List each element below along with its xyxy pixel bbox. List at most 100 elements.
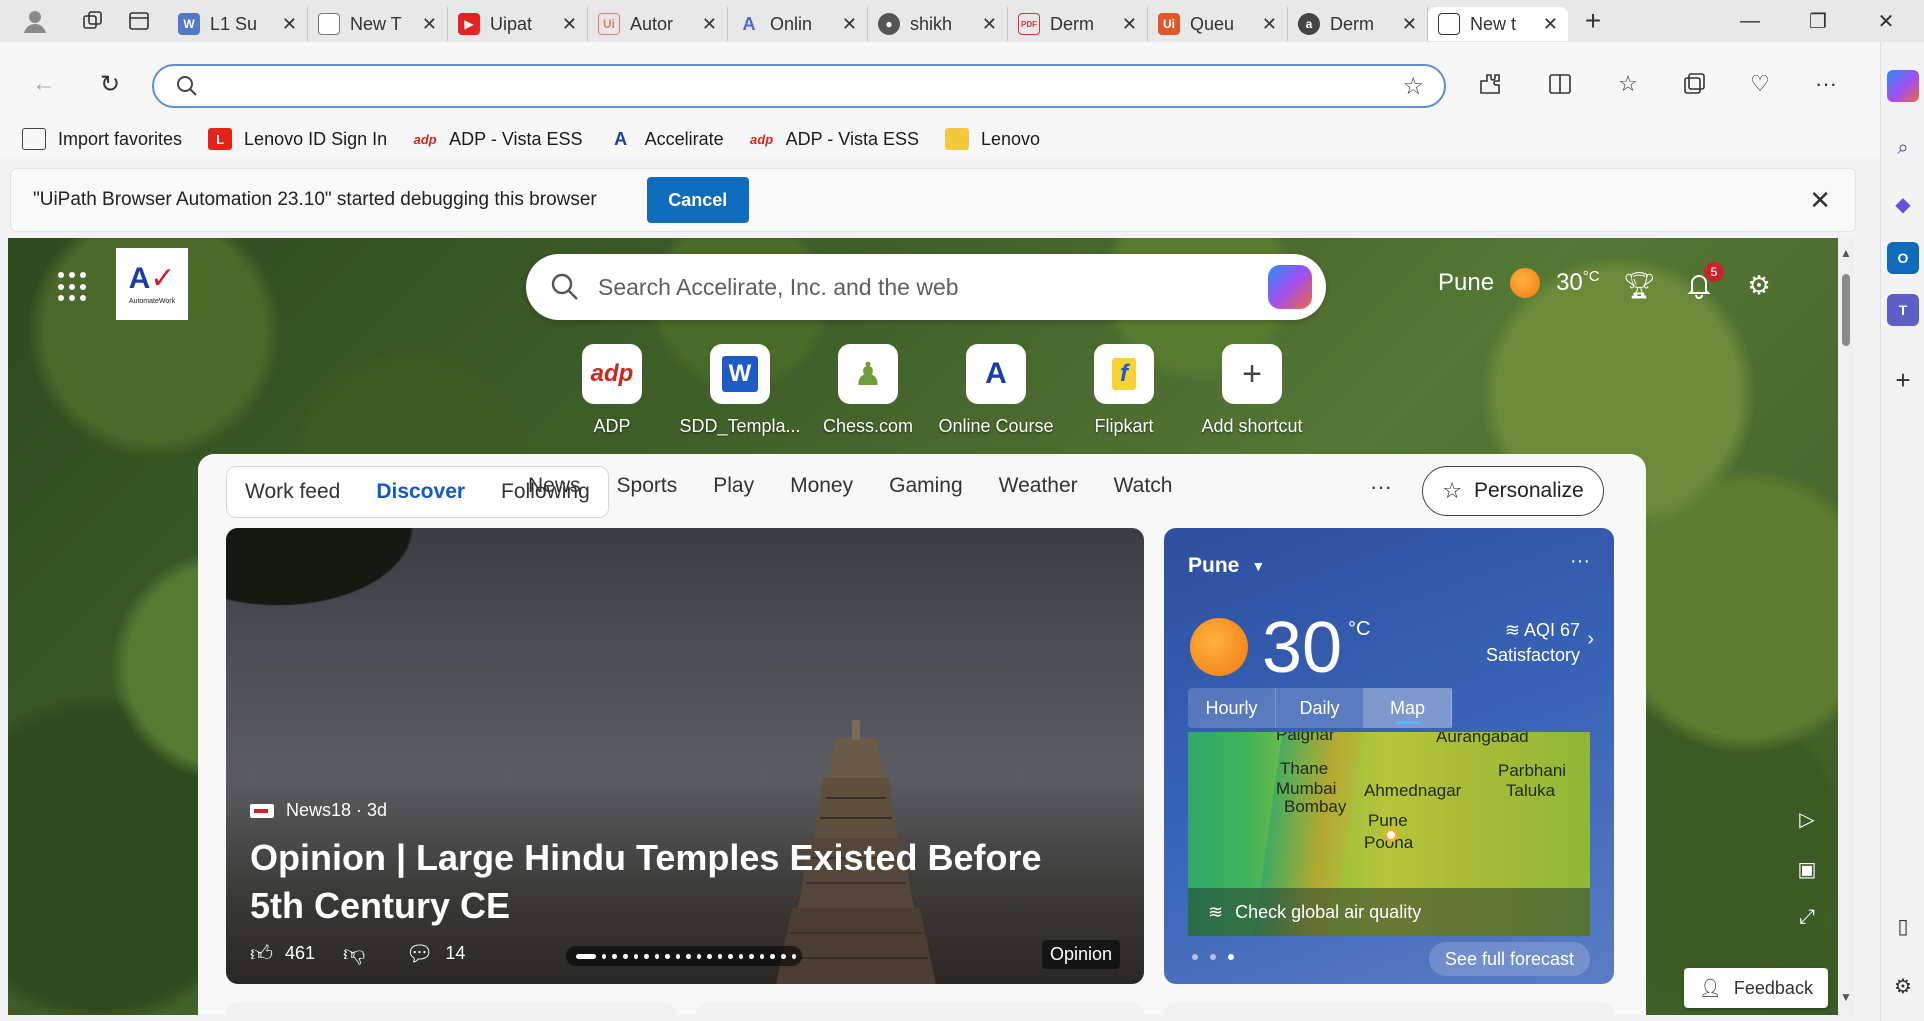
more-categories-icon[interactable]: ···: [1370, 474, 1392, 500]
browser-tab[interactable]: A Onlin ✕: [728, 7, 868, 41]
close-tab-icon[interactable]: ✕: [562, 14, 577, 35]
close-tab-icon[interactable]: ✕: [842, 14, 857, 35]
favorite-star-icon[interactable]: ☆: [1402, 72, 1424, 101]
minimize-icon[interactable]: —: [1716, 0, 1784, 42]
feed-card-peek[interactable]: [1164, 1002, 1614, 1015]
close-tab-icon[interactable]: ✕: [422, 14, 437, 35]
close-tab-icon[interactable]: ✕: [1122, 14, 1137, 35]
scroll-up-icon[interactable]: ▲: [1840, 246, 1852, 260]
tab-actions-icon[interactable]: [116, 0, 162, 42]
back-icon[interactable]: ←: [24, 64, 64, 104]
shortcut-sdd-template[interactable]: W SDD_Templa...: [676, 344, 804, 437]
sidebar-settings-icon[interactable]: ⚙: [1887, 970, 1919, 1002]
tab-work-feed[interactable]: Work feed: [227, 480, 358, 504]
shortcut-chess[interactable]: ♟ Chess.com: [804, 344, 932, 437]
tab-hourly[interactable]: Hourly: [1188, 688, 1276, 728]
tab-gaming[interactable]: Gaming: [889, 474, 963, 498]
favorite-adp[interactable]: adp ADP - Vista ESS: [413, 128, 583, 150]
tab-play[interactable]: Play: [713, 474, 754, 498]
browser-essentials-icon[interactable]: ♡: [1740, 64, 1780, 104]
personalize-button[interactable]: ☆ Personalize: [1422, 466, 1604, 516]
favorite-accelirate[interactable]: A Accelirate: [609, 128, 724, 150]
close-tab-icon[interactable]: ✕: [282, 14, 297, 35]
add-sidebar-app-icon[interactable]: +: [1887, 364, 1919, 396]
browser-tab[interactable]: Ui Queu ✕: [1148, 7, 1288, 41]
tab-weather[interactable]: Weather: [999, 474, 1078, 498]
close-tab-icon[interactable]: ✕: [702, 14, 717, 35]
address-bar[interactable]: ☆: [152, 64, 1446, 108]
favorite-lenovo-id[interactable]: L Lenovo ID Sign In: [208, 128, 387, 150]
chevron-right-icon[interactable]: ›: [1587, 628, 1594, 651]
scrollbar-thumb[interactable]: [1842, 274, 1850, 346]
close-tab-icon[interactable]: ✕: [1262, 14, 1277, 35]
scroll-down-icon[interactable]: ▼: [1840, 990, 1852, 1004]
background-image-icon[interactable]: ▣: [1792, 854, 1822, 884]
expand-icon[interactable]: ⤢: [1792, 902, 1822, 932]
story-headline[interactable]: Opinion | Large Hindu Temples Existed Be…: [250, 834, 1090, 930]
feedback-button[interactable]: 👤︎ Feedback: [1684, 968, 1828, 1008]
search-input[interactable]: [598, 273, 1268, 301]
favorite-import[interactable]: Import favorites: [22, 128, 182, 150]
copilot-icon[interactable]: [1887, 70, 1919, 102]
browser-tab[interactable]: W L1 Su ✕: [168, 7, 308, 41]
profile-icon[interactable]: [0, 0, 70, 42]
tab-money[interactable]: Money: [790, 474, 853, 498]
restore-icon[interactable]: ❐: [1784, 0, 1852, 42]
browser-tab[interactable]: ● shikh ✕: [868, 7, 1008, 41]
favorite-adp-2[interactable]: adp ADP - Vista ESS: [750, 128, 919, 150]
feed-card-peek[interactable]: [226, 1002, 676, 1015]
page-scrollbar[interactable]: ▲ ▼: [1838, 238, 1854, 1015]
more-options-icon[interactable]: ···: [1570, 550, 1590, 573]
close-tab-icon[interactable]: ✕: [1543, 14, 1558, 35]
feed-card-peek[interactable]: [696, 1002, 1144, 1015]
extensions-icon[interactable]: [1470, 64, 1510, 104]
tab-discover[interactable]: Discover: [358, 480, 483, 504]
teams-icon[interactable]: T: [1887, 294, 1919, 326]
address-input[interactable]: [214, 75, 1403, 97]
weather-location-selector[interactable]: Pune ▼: [1188, 554, 1265, 578]
shortcut-online-course[interactable]: A Online Course: [932, 344, 1060, 437]
shortcut-flipkart[interactable]: f Flipkart: [1060, 344, 1188, 437]
tab-watch[interactable]: Watch: [1114, 474, 1173, 498]
hero-story-card[interactable]: News18 · 3d Opinion | Large Hindu Temple…: [226, 528, 1144, 984]
shortcut-adp[interactable]: adp ADP: [548, 344, 676, 437]
close-tab-icon[interactable]: ✕: [1402, 14, 1417, 35]
weather-summary[interactable]: Pune 30 °C: [1438, 268, 1600, 298]
weather-pager-dots[interactable]: [1192, 954, 1246, 960]
settings-more-icon[interactable]: ···: [1806, 64, 1846, 104]
aqi-summary[interactable]: ≋ AQI 67 Satisfactory: [1486, 618, 1580, 668]
browser-tab[interactable]: New T ✕: [308, 7, 448, 41]
copilot-icon[interactable]: [1268, 265, 1312, 309]
favorites-icon[interactable]: ☆: [1608, 64, 1648, 104]
like-button[interactable]: 👍︎ 461: [250, 940, 315, 967]
split-screen-icon[interactable]: [1540, 64, 1580, 104]
organization-logo[interactable]: A✓ AutomateWork: [116, 248, 188, 320]
browser-tab[interactable]: ▶ Uipat ✕: [448, 7, 588, 41]
dislike-button[interactable]: 👎︎: [343, 940, 377, 967]
close-icon[interactable]: ✕: [1809, 185, 1831, 216]
play-background-icon[interactable]: ▷: [1792, 804, 1822, 834]
tab-daily[interactable]: Daily: [1276, 688, 1364, 728]
tab-map[interactable]: Map: [1364, 688, 1452, 728]
story-source[interactable]: News18 · 3d: [250, 800, 387, 821]
check-air-quality-link[interactable]: ≋ Check global air quality: [1188, 888, 1590, 936]
outlook-icon[interactable]: O: [1887, 242, 1919, 274]
see-full-forecast-button[interactable]: See full forecast: [1428, 942, 1590, 976]
rewards-icon[interactable]: 🏆︎: [1622, 268, 1656, 302]
add-shortcut-button[interactable]: + Add shortcut: [1188, 344, 1316, 437]
workspaces-icon[interactable]: [70, 0, 116, 42]
tab-news[interactable]: News: [528, 474, 581, 498]
browser-tab-active[interactable]: New t ✕: [1428, 7, 1568, 41]
notifications-icon[interactable]: 5: [1682, 262, 1724, 302]
carousel-indicator[interactable]: [566, 946, 802, 966]
favorite-folder-lenovo[interactable]: Lenovo: [945, 128, 1040, 150]
cancel-button[interactable]: Cancel: [646, 177, 749, 223]
browser-tab[interactable]: PDF Derm ✕: [1008, 7, 1148, 41]
web-search-box[interactable]: [526, 254, 1326, 320]
close-tab-icon[interactable]: ✕: [982, 14, 997, 35]
comments-button[interactable]: 💬︎ 14: [405, 941, 465, 967]
app-launcher-icon[interactable]: [58, 272, 88, 302]
browser-tab[interactable]: Ui Autor ✕: [588, 7, 728, 41]
search-icon[interactable]: ⌕: [1887, 132, 1919, 164]
refresh-icon[interactable]: ↻: [90, 64, 130, 104]
